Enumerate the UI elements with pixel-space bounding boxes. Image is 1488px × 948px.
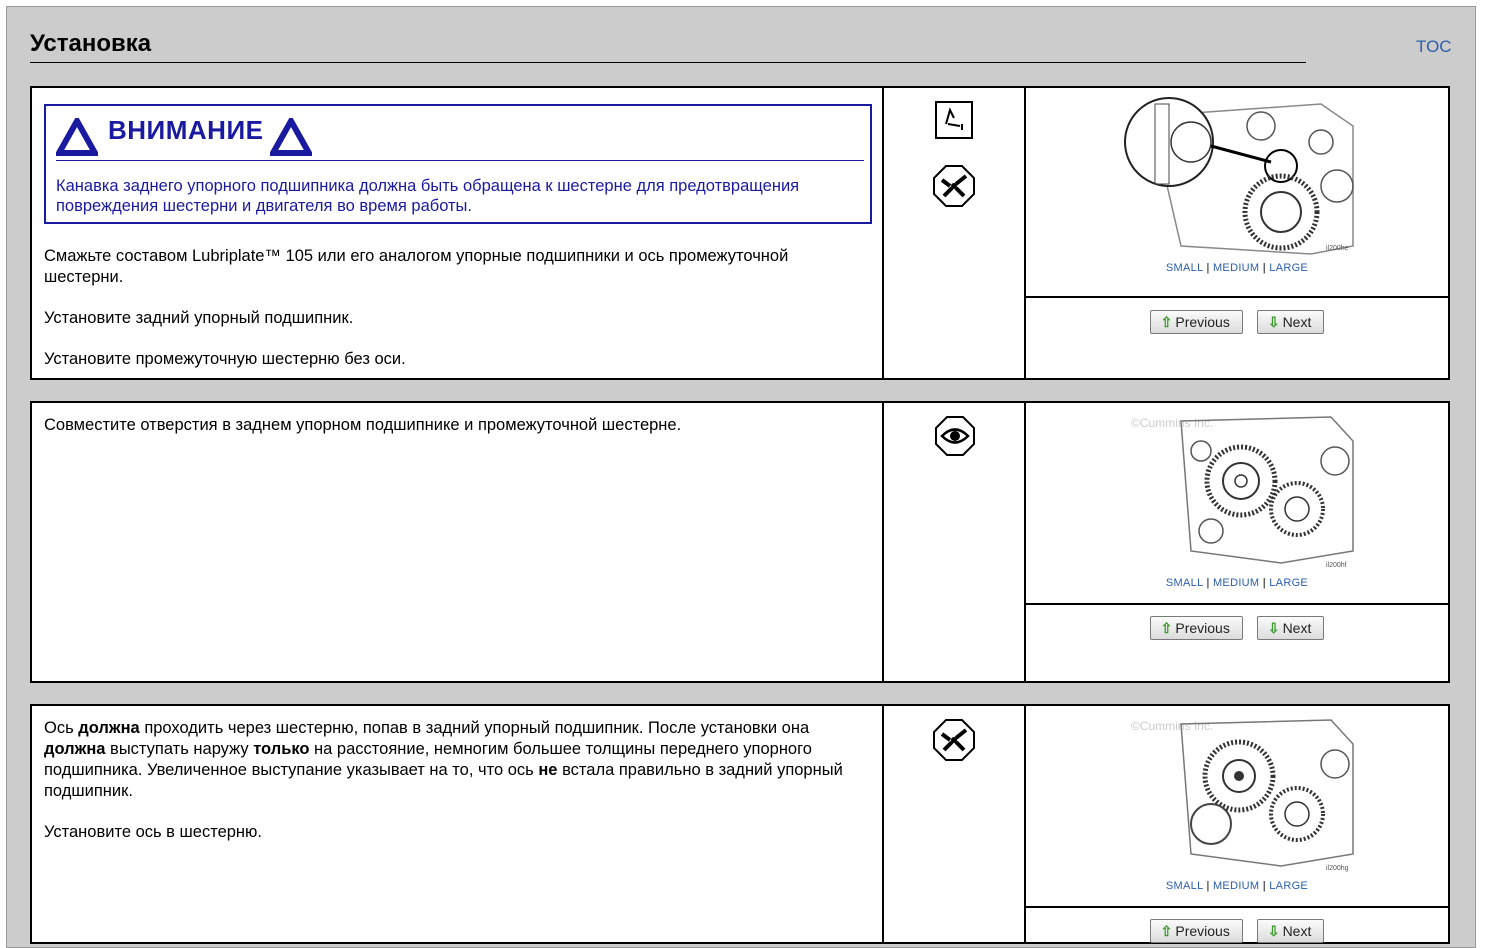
warning-triangle-icon	[270, 118, 312, 156]
step-3: Ось должна проходить через шестерню, поп…	[30, 704, 1450, 944]
size-large-link[interactable]: LARGE	[1269, 880, 1308, 892]
image-code: il200hf	[1326, 562, 1347, 569]
size-medium-link[interactable]: MEDIUM	[1213, 262, 1259, 274]
warning-text: Канавка заднего упорного подшипника долж…	[56, 177, 800, 215]
image-size-links: SMALL | MEDIUM | LARGE	[1165, 262, 1309, 274]
instruction-text: Смажьте составом Lubriplate™ 105 или его…	[44, 247, 789, 286]
image-area: ©Cummins Inc. il200hf SMALL | MEDIUM | LA…	[1026, 403, 1448, 605]
toc-link[interactable]: TOC	[1416, 37, 1452, 57]
lubricate-icon	[934, 100, 974, 140]
title-underline	[30, 62, 1306, 63]
previous-button[interactable]: ⇧ Previous	[1149, 919, 1243, 943]
warning-box: ВНИМАНИЕ Канавка заднего упорного подшип…	[44, 104, 872, 224]
instruction-text: Установите задний упорный подшипник.	[44, 309, 354, 327]
warning-header: ВНИМАНИЕ	[56, 116, 864, 161]
size-small-link[interactable]: SMALL	[1166, 577, 1203, 589]
size-large-link[interactable]: LARGE	[1269, 262, 1308, 274]
image-code: il200he	[1326, 245, 1349, 252]
page-title: Установка	[30, 30, 152, 57]
instruction-text: Установите ось в шестерню.	[44, 823, 262, 841]
instruction-text: Совместите отверстия в заднем упорном по…	[44, 416, 682, 434]
step-1: ВНИМАНИЕ Канавка заднего упорного подшип…	[30, 86, 1450, 380]
tool-icon	[932, 164, 976, 208]
step-2: Совместите отверстия в заднем упорном по…	[30, 401, 1450, 683]
step-nav: ⇧ Previous ⇩ Next	[1026, 310, 1448, 334]
arrow-down-icon: ⇩	[1267, 620, 1280, 636]
arrow-up-icon: ⇧	[1160, 620, 1173, 636]
size-large-link[interactable]: LARGE	[1269, 577, 1308, 589]
gear-drawing-image[interactable]: ©Cummins Inc. il200hg	[1121, 714, 1357, 874]
arrow-down-icon: ⇩	[1267, 314, 1280, 330]
step-2-text: Совместите отверстия в заднем упорном по…	[32, 403, 884, 681]
arrow-down-icon: ⇩	[1267, 923, 1280, 939]
gear-drawing-image[interactable]: ©Cummins Inc. il200hf	[1121, 411, 1357, 571]
tool-icon	[932, 718, 976, 762]
size-medium-link[interactable]: MEDIUM	[1213, 880, 1259, 892]
size-medium-link[interactable]: MEDIUM	[1213, 577, 1259, 589]
image-code: il200hg	[1326, 865, 1349, 872]
step-3-text: Ось должна проходить через шестерню, поп…	[32, 706, 884, 942]
previous-button[interactable]: ⇧ Previous	[1149, 310, 1243, 334]
arrow-up-icon: ⇧	[1160, 314, 1173, 330]
step-nav: ⇧ Previous ⇩ Next	[1026, 616, 1448, 640]
step-1-icons	[884, 88, 1026, 378]
step-2-image-panel: ©Cummins Inc. il200hf SMALL | MEDIUM | LA…	[1026, 403, 1448, 681]
step-2-icons	[884, 403, 1026, 681]
image-area: ©Cummins Inc. il200hg SMALL | MEDIUM | LA…	[1026, 706, 1448, 908]
step-1-text: ВНИМАНИЕ Канавка заднего упорного подшип…	[32, 88, 884, 378]
instruction-text: Установите промежуточную шестерню без ос…	[44, 350, 406, 368]
step-1-image-panel: il200he SMALL | MEDIUM | LARGE ⇧ Previous…	[1026, 88, 1448, 378]
next-button[interactable]: ⇩ Next	[1256, 919, 1325, 943]
arrow-up-icon: ⇧	[1160, 923, 1173, 939]
watermark-text: ©Cummins Inc.	[1131, 416, 1213, 430]
size-small-link[interactable]: SMALL	[1166, 262, 1203, 274]
image-size-links: SMALL | MEDIUM | LARGE	[1165, 577, 1309, 589]
next-button[interactable]: ⇩ Next	[1256, 616, 1325, 640]
inspect-eye-icon	[934, 415, 976, 457]
gear-drawing-image[interactable]: il200he	[1121, 96, 1357, 258]
instruction-text: Ось должна проходить через шестерню, поп…	[44, 719, 843, 800]
step-nav: ⇧ Previous ⇩ Next	[1026, 919, 1448, 943]
step-3-image-panel: ©Cummins Inc. il200hg SMALL | MEDIUM | LA…	[1026, 706, 1448, 943]
previous-button[interactable]: ⇧ Previous	[1149, 616, 1243, 640]
watermark-text: ©Cummins Inc.	[1131, 719, 1213, 733]
next-button[interactable]: ⇩ Next	[1256, 310, 1325, 334]
image-size-links: SMALL | MEDIUM | LARGE	[1165, 880, 1309, 892]
step-3-icons	[884, 706, 1026, 942]
size-small-link[interactable]: SMALL	[1166, 880, 1203, 892]
warning-title: ВНИМАНИЕ	[108, 115, 264, 145]
image-area: il200he SMALL | MEDIUM | LARGE	[1026, 88, 1448, 298]
warning-triangle-icon	[56, 118, 98, 156]
